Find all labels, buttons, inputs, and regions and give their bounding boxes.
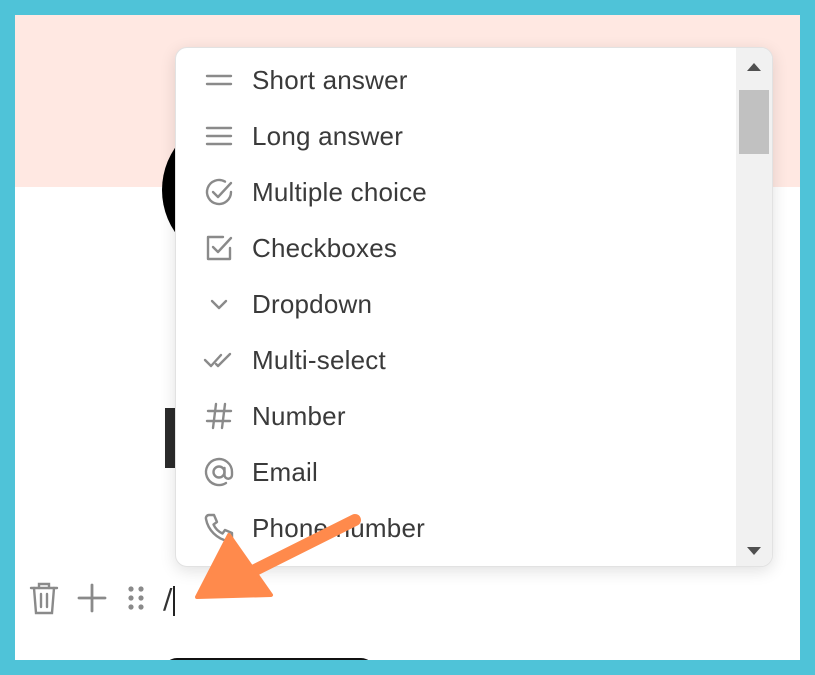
menu-item-label: Multiple choice — [252, 176, 427, 207]
menu-item-multiple-choice[interactable]: Multiple choice — [176, 164, 736, 220]
text-caret — [173, 586, 175, 616]
menu-item-dropdown[interactable]: Dropdown — [176, 276, 736, 332]
menu-item-checkboxes[interactable]: Checkboxes — [176, 220, 736, 276]
plus-icon — [77, 583, 107, 613]
question-type-list: Short answer Long answer Multiple choice — [176, 48, 736, 566]
double-check-icon — [202, 343, 236, 377]
block-input[interactable]: / — [163, 581, 223, 617]
menu-item-email[interactable]: Email — [176, 444, 736, 500]
menu-item-multi-select[interactable]: Multi-select — [176, 332, 736, 388]
question-type-menu: Short answer Long answer Multiple choice — [175, 47, 773, 567]
hash-icon — [202, 399, 236, 433]
scroll-up-button[interactable] — [736, 52, 772, 82]
at-icon — [202, 455, 236, 489]
scroll-down-button[interactable] — [736, 536, 772, 566]
menu-item-label: Multi-select — [252, 344, 386, 375]
multiple-choice-icon — [202, 175, 236, 209]
menu-item-number[interactable]: Number — [176, 388, 736, 444]
trash-icon — [29, 582, 59, 615]
menu-item-label: Short answer — [252, 64, 408, 95]
triangle-down-icon — [747, 547, 761, 555]
submit-button-peek[interactable] — [163, 658, 375, 660]
menu-item-long-answer[interactable]: Long answer — [176, 108, 736, 164]
scrollbar-thumb[interactable] — [739, 90, 769, 154]
triangle-up-icon — [747, 63, 761, 71]
long-answer-icon — [202, 119, 236, 153]
checkbox-icon — [202, 231, 236, 265]
phone-icon — [202, 511, 236, 545]
menu-item-short-answer[interactable]: Short answer — [176, 52, 736, 108]
menu-scrollbar[interactable] — [736, 48, 772, 566]
drag-handle[interactable] — [125, 578, 147, 618]
menu-item-label: Number — [252, 400, 346, 431]
chevron-down-icon — [202, 287, 236, 321]
menu-item-label: Checkboxes — [252, 232, 398, 263]
menu-item-phone-number[interactable]: Phone number — [176, 500, 736, 556]
menu-item-label: Long answer — [252, 120, 404, 151]
menu-item-label: Dropdown — [252, 288, 373, 319]
drag-handle-icon — [128, 586, 144, 610]
add-block-button[interactable] — [75, 578, 109, 618]
menu-item-label: Phone number — [252, 512, 425, 543]
short-answer-icon — [202, 63, 236, 97]
menu-item-label: Email — [252, 456, 319, 487]
form-canvas: / Short answer Long answer Multiple choi… — [15, 15, 800, 660]
delete-block-button[interactable] — [27, 578, 61, 618]
